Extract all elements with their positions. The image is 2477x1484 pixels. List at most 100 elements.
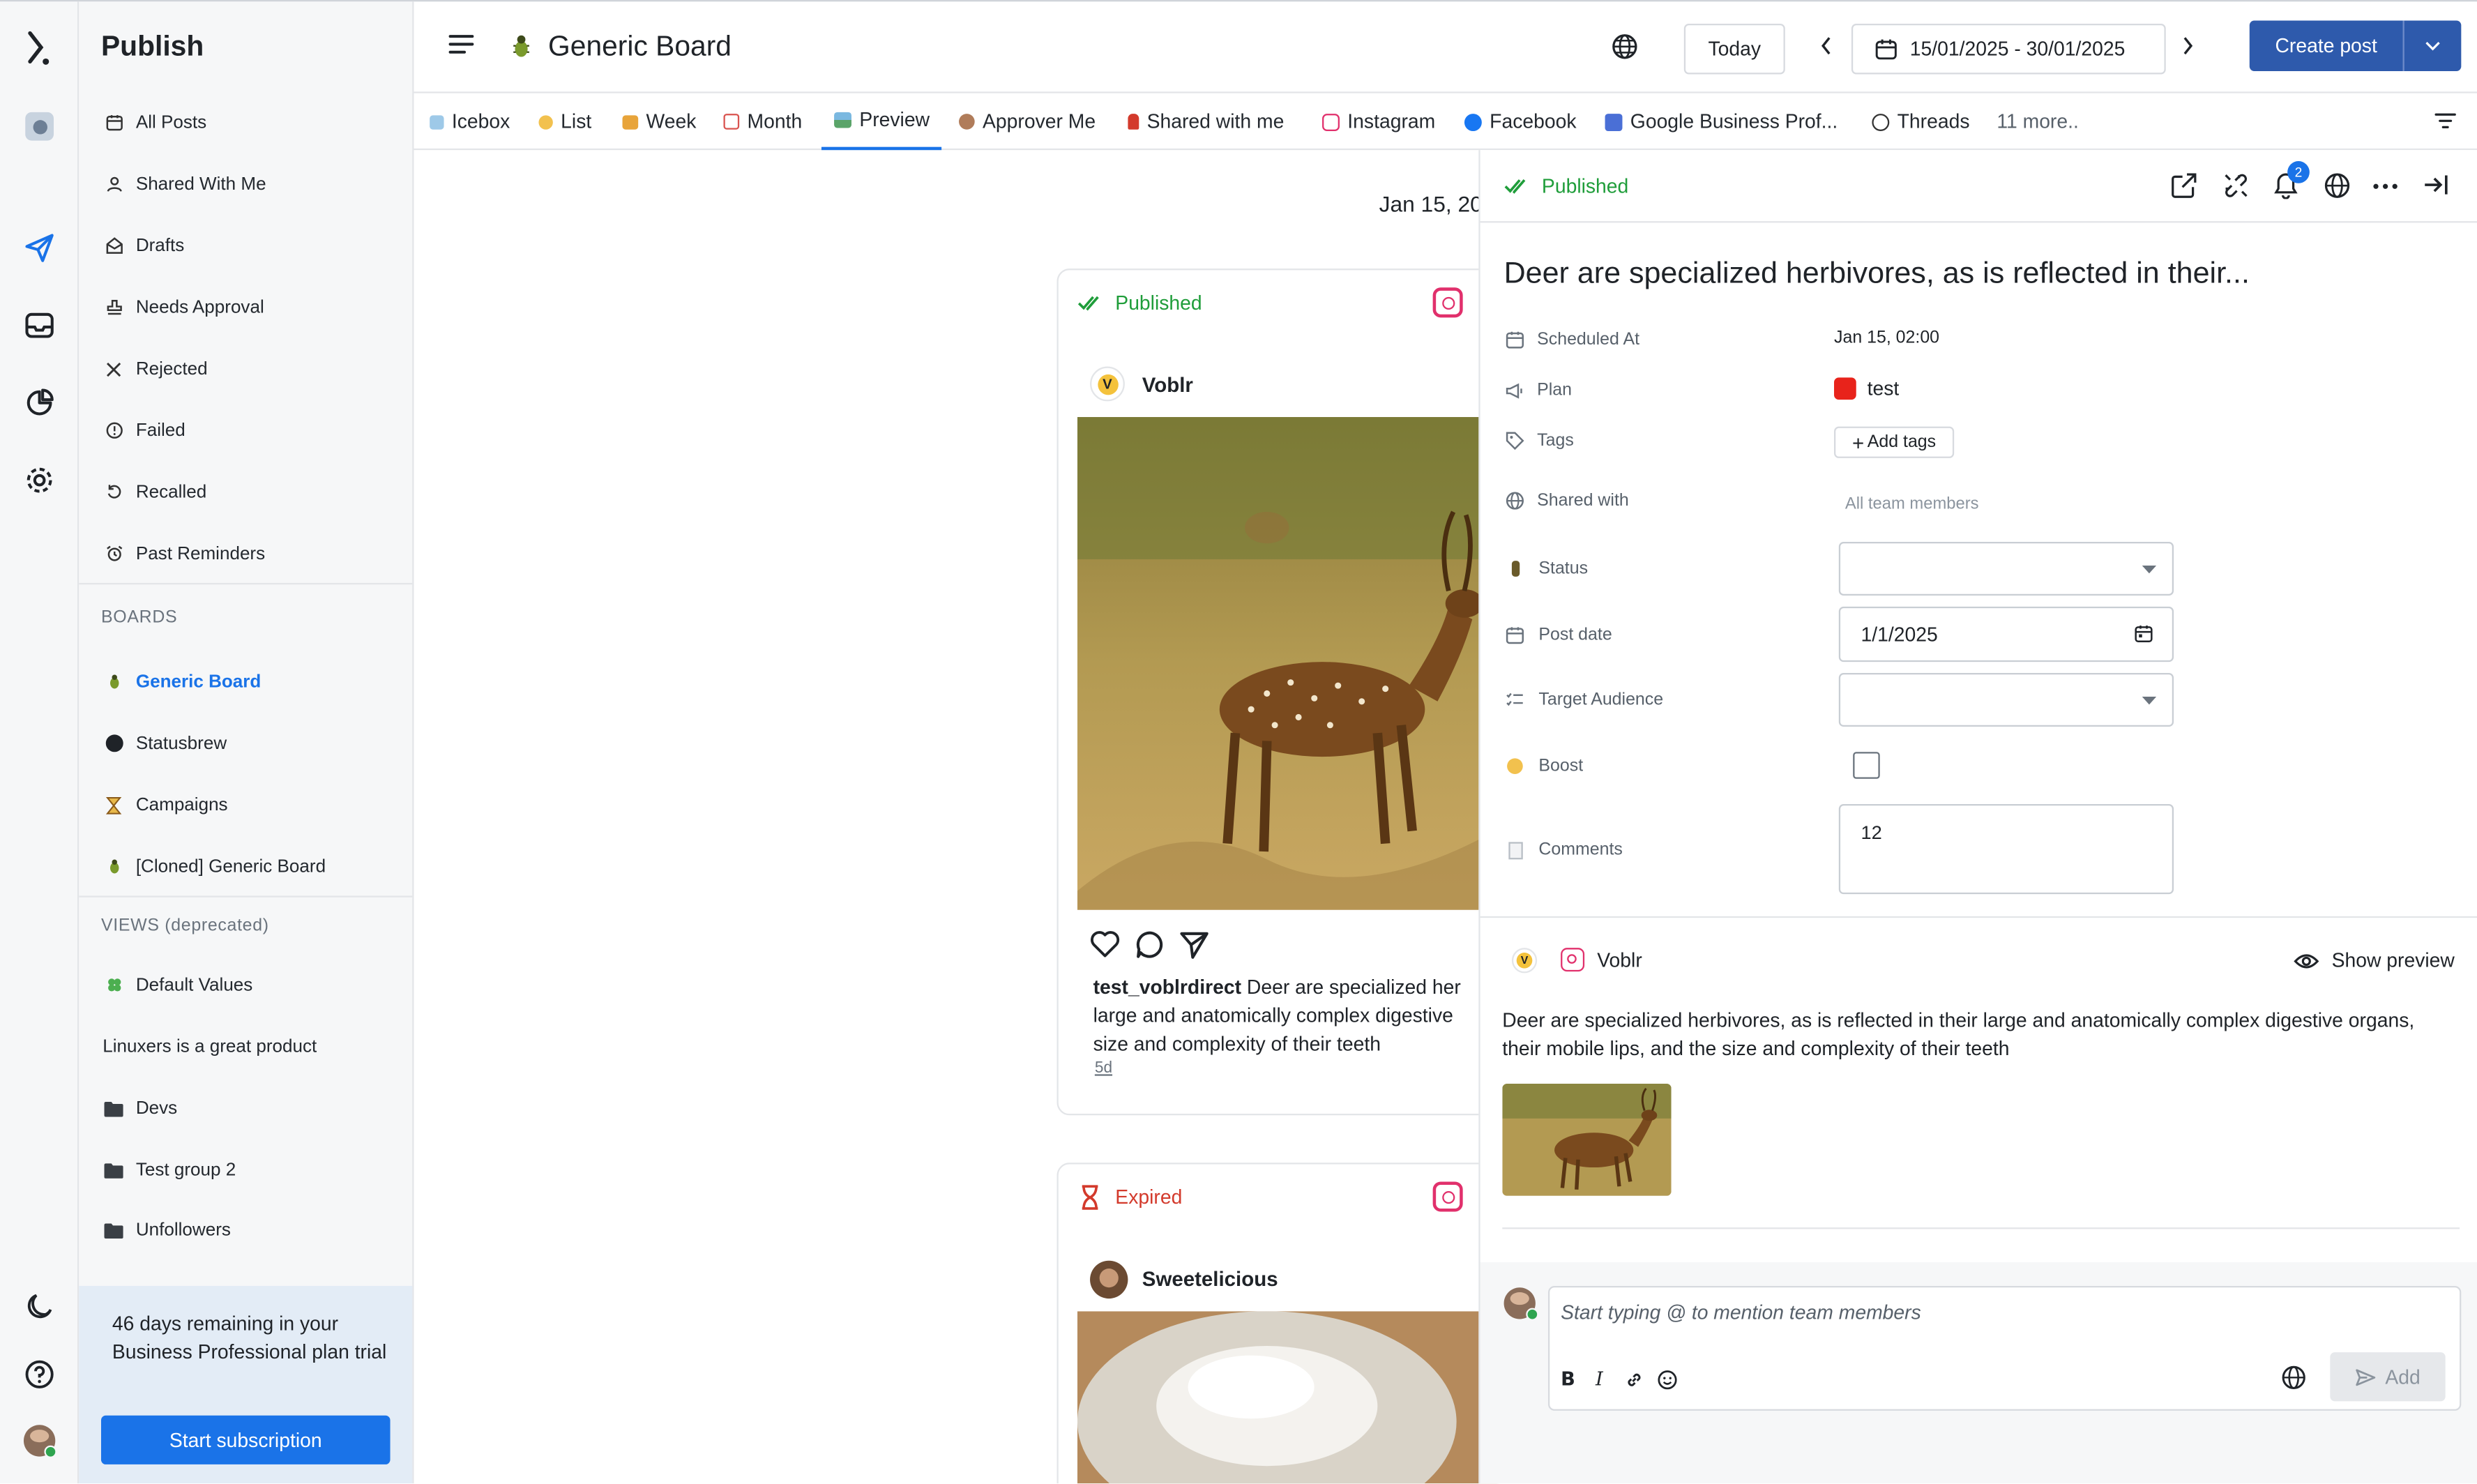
post-date-input[interactable]: 1/1/2025: [1838, 606, 2174, 662]
instagram-icon: [1561, 948, 1585, 972]
sidebar-item-shared-with-me[interactable]: Shared With Me: [79, 153, 412, 215]
target-audience-label: Target Audience: [1538, 690, 1664, 710]
sidebar-item-rejected[interactable]: Rejected: [79, 338, 412, 400]
post-card[interactable]: Expired Sweetelicious: [1056, 1163, 1499, 1484]
profile-avatar[interactable]: [20, 1422, 58, 1460]
link-icon[interactable]: [1624, 1370, 1644, 1390]
tab-approver-me[interactable]: Approver Me: [959, 93, 1096, 151]
status-select[interactable]: [1838, 541, 2174, 596]
inbox-icon[interactable]: [20, 306, 58, 344]
icon-rail: [0, 1, 79, 1484]
plan-value[interactable]: test: [1868, 377, 1900, 400]
bold-icon[interactable]: B: [1561, 1368, 1575, 1391]
chevron-down-icon[interactable]: [2404, 20, 2462, 70]
shared-with-value[interactable]: All team members: [1845, 494, 1979, 513]
logo-icon[interactable]: [20, 30, 58, 68]
instagram-icon: [1432, 1181, 1463, 1212]
instagram-icon: [1432, 287, 1463, 318]
settings-icon[interactable]: [20, 461, 58, 499]
commenter-avatar: [1503, 1287, 1539, 1321]
send-icon: [2355, 1368, 2375, 1386]
today-button[interactable]: Today: [1683, 23, 1785, 75]
globe-icon[interactable]: [2324, 172, 2351, 199]
sidebar-item-drafts[interactable]: Drafts: [79, 215, 412, 276]
sidebar-item-cloned-generic-board[interactable]: [Cloned] Generic Board: [79, 835, 412, 897]
account-avatar: V: [1511, 948, 1538, 974]
pin-icon: [1128, 114, 1139, 130]
emoji-icon[interactable]: [1657, 1370, 1677, 1390]
date-range-text: 15/01/2025 - 30/01/2025: [1909, 38, 2126, 61]
calendar-icon[interactable]: [2134, 624, 2153, 643]
tab-icebox[interactable]: Icebox: [430, 93, 510, 151]
date-range-picker[interactable]: 15/01/2025 - 30/01/2025: [1851, 23, 2166, 75]
boards-heading: BOARDS: [100, 608, 178, 628]
comment-icon[interactable]: [1136, 930, 1165, 959]
comments-textarea[interactable]: 12: [1838, 804, 2174, 895]
more-options-icon[interactable]: [2372, 183, 2398, 190]
tab-threads[interactable]: Threads: [1872, 93, 1970, 151]
sidebar-item-failed[interactable]: Failed: [79, 400, 412, 461]
menu-icon[interactable]: [448, 33, 474, 56]
workspace-icon[interactable]: [20, 107, 58, 145]
tab-month[interactable]: Month: [723, 93, 802, 151]
caption-username: test_voblrdirect: [1093, 976, 1242, 999]
tab-facebook[interactable]: Facebook: [1464, 93, 1577, 151]
sidebar-item-test-group-2[interactable]: Test group 2: [79, 1139, 412, 1200]
tab-week[interactable]: Week: [622, 93, 696, 151]
tabs-more[interactable]: 11 more..: [1997, 93, 2079, 151]
notifications-icon[interactable]: 2: [2273, 161, 2310, 199]
add-tags-button[interactable]: + Add tags: [1834, 426, 1955, 458]
google-business-icon: [1605, 112, 1623, 130]
sidebar-item-all-posts[interactable]: All Posts: [79, 91, 412, 153]
tab-instagram[interactable]: Instagram: [1322, 93, 1435, 151]
add-comment-button[interactable]: Add: [2330, 1352, 2446, 1402]
publish-icon[interactable]: [20, 229, 58, 266]
tab-list[interactable]: List: [538, 93, 591, 151]
next-range-button[interactable]: [2181, 36, 2194, 55]
folder-icon: [103, 1097, 125, 1119]
sidebar-item-devs[interactable]: Devs: [79, 1077, 412, 1139]
sidebar-item-generic-board[interactable]: Generic Board: [79, 651, 412, 712]
sidebar-item-past-reminders[interactable]: Past Reminders: [79, 523, 412, 584]
show-preview-button[interactable]: Show preview: [2294, 949, 2455, 971]
top-header: Generic Board Today 15/01/2025 - 30/01/2…: [414, 1, 2477, 93]
sidebar-item-campaigns[interactable]: Campaigns: [79, 774, 412, 835]
preview-thumbnail[interactable]: [1502, 1083, 1672, 1196]
comment-input[interactable]: Start typing @ to mention team members: [1561, 1302, 1921, 1324]
filter-icon[interactable]: [2434, 112, 2457, 130]
sidebar-item-needs-approval[interactable]: Needs Approval: [79, 276, 412, 338]
dark-mode-icon[interactable]: [20, 1287, 58, 1325]
start-subscription-button[interactable]: Start subscription: [100, 1415, 391, 1464]
sidebar-item-unfollowers[interactable]: Unfollowers: [79, 1199, 412, 1260]
account-avatar: V: [1090, 366, 1125, 402]
unlink-icon[interactable]: [2222, 172, 2250, 199]
like-icon[interactable]: [1090, 930, 1120, 957]
check-double-icon: [1077, 294, 1103, 311]
preview-picture-icon: [834, 112, 851, 128]
tab-google-business[interactable]: Google Business Prof...: [1605, 93, 1838, 151]
post-card[interactable]: Published V Voblr test_voblrdirect Deer …: [1056, 268, 1499, 1116]
sidebar-item-label: Test group 2: [135, 1160, 236, 1180]
megaphone-icon: [1504, 379, 1527, 402]
prev-range-button[interactable]: [1820, 36, 1833, 55]
trial-banner: 46 days remaining in your Business Profe…: [79, 1285, 413, 1484]
collapse-panel-icon[interactable]: [2423, 174, 2448, 196]
tab-shared-with-me[interactable]: Shared with me: [1128, 93, 1284, 151]
sidebar-item-statusbrew[interactable]: Statusbrew: [79, 713, 412, 774]
globe-icon[interactable]: [1612, 33, 1639, 61]
share-icon[interactable]: [1180, 930, 1209, 959]
sidebar-item-default-values[interactable]: Default Values: [79, 954, 412, 1015]
open-external-icon[interactable]: [2171, 172, 2198, 199]
create-post-button[interactable]: Create post: [2250, 20, 2403, 70]
analytics-icon[interactable]: [20, 384, 58, 421]
sidebar-item-recalled[interactable]: Recalled: [79, 461, 412, 522]
italic-icon[interactable]: I: [1596, 1368, 1603, 1391]
help-icon[interactable]: [20, 1356, 58, 1393]
sidebar-item-linuxers[interactable]: Linuxers is a great product: [79, 1016, 412, 1077]
bug-emoji-icon: [510, 33, 533, 59]
tab-preview[interactable]: Preview: [821, 93, 943, 151]
globe-icon[interactable]: [2281, 1365, 2306, 1390]
boost-checkbox[interactable]: [1853, 752, 1880, 779]
panel-divider: [1502, 1227, 2460, 1229]
target-audience-select[interactable]: [1838, 673, 2174, 727]
